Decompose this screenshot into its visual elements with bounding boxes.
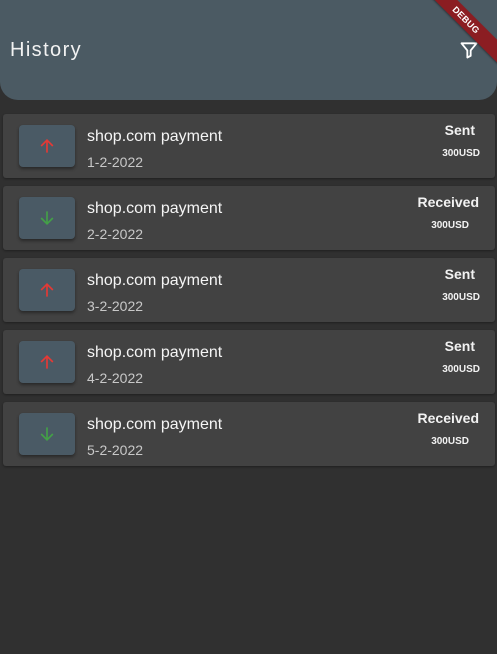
transaction-amount: 300USD xyxy=(442,292,480,303)
transaction-date: 1-2-2022 xyxy=(87,154,144,170)
transaction-list: shop.com payment 1-2-2022 Sent 300USD sh… xyxy=(3,114,495,474)
transaction-status: Sent xyxy=(444,266,475,282)
arrow-down-icon xyxy=(40,211,54,226)
transaction-date: 3-2-2022 xyxy=(87,298,144,314)
transaction-status: Received xyxy=(417,410,479,426)
transaction-title: shop.com payment xyxy=(87,344,223,361)
transaction-title: shop.com payment xyxy=(87,128,223,145)
transaction-date: 2-2-2022 xyxy=(87,226,144,242)
transaction-row[interactable]: shop.com payment 5-2-2022 Received 300US… xyxy=(3,402,495,466)
transaction-amount: 300USD xyxy=(431,436,469,447)
app-bar: History xyxy=(0,0,497,100)
transaction-row[interactable]: shop.com payment 3-2-2022 Sent 300USD xyxy=(3,258,495,322)
direction-badge xyxy=(19,413,75,455)
transaction-status: Sent xyxy=(444,122,475,138)
history-screen: History DEBUG shop.com payment 1-2-2022 … xyxy=(0,0,497,654)
transaction-row[interactable]: shop.com payment 1-2-2022 Sent 300USD xyxy=(3,114,495,178)
transaction-title: shop.com payment xyxy=(87,272,223,289)
direction-badge xyxy=(19,125,75,167)
arrow-up-icon xyxy=(40,282,54,297)
transaction-row[interactable]: shop.com payment 4-2-2022 Sent 300USD xyxy=(3,330,495,394)
transaction-amount: 300USD xyxy=(431,220,469,231)
transaction-date: 4-2-2022 xyxy=(87,370,144,386)
page-title: History xyxy=(10,39,83,61)
direction-badge xyxy=(19,341,75,383)
transaction-title: shop.com payment xyxy=(87,200,223,217)
arrow-up-icon xyxy=(40,354,54,369)
transaction-row[interactable]: shop.com payment 2-2-2022 Received 300US… xyxy=(3,186,495,250)
transaction-amount: 300USD xyxy=(442,148,480,159)
arrow-down-icon xyxy=(40,427,54,442)
direction-badge xyxy=(19,269,75,311)
transaction-title: shop.com payment xyxy=(87,416,223,433)
direction-badge xyxy=(19,197,75,239)
transaction-status: Sent xyxy=(444,338,475,354)
filter-icon xyxy=(460,42,478,59)
transaction-date: 5-2-2022 xyxy=(87,442,144,458)
transaction-amount: 300USD xyxy=(442,364,480,375)
transaction-status: Received xyxy=(417,194,479,210)
arrow-up-icon xyxy=(40,138,54,153)
